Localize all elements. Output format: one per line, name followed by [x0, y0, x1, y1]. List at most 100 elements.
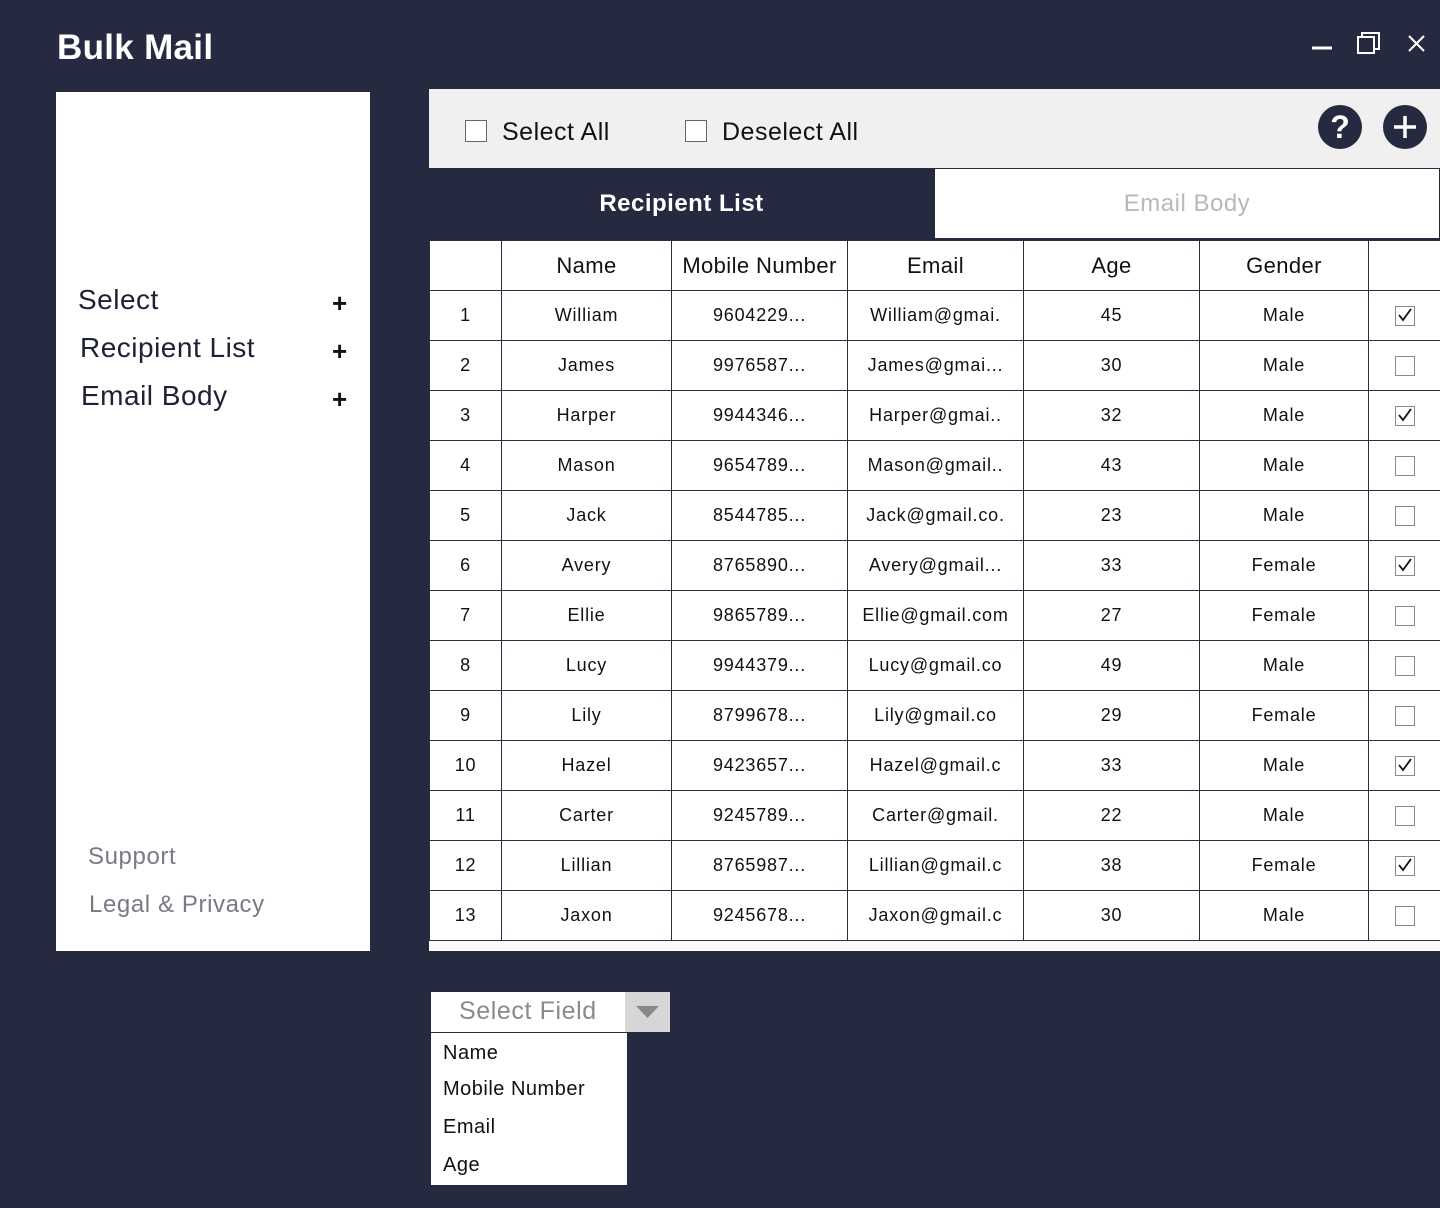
- cell-email: James@gmai...: [847, 340, 1024, 391]
- cell-mobile: 8799678...: [671, 690, 848, 741]
- select-field-dropdown[interactable]: Select Field: [431, 992, 670, 1032]
- cell-email: Ellie@gmail.com: [847, 590, 1024, 641]
- table-row[interactable]: 13 Jaxon 9245678... Jaxon@gmail.c 30 Male: [429, 890, 1440, 941]
- cell-gender: Male: [1199, 490, 1369, 541]
- cell-age: 45: [1023, 290, 1200, 341]
- close-icon[interactable]: [1402, 30, 1430, 58]
- table-row[interactable]: 6 Avery 8765890... Avery@gmail... 33 Female: [429, 540, 1440, 591]
- minimize-icon[interactable]: [1308, 30, 1336, 58]
- recipient-table: Name Mobile Number Email Age Gender 1 Wil…: [429, 240, 1440, 941]
- table-row[interactable]: 3 Harper 9944346... Harper@gmai.. 32 Male: [429, 390, 1440, 441]
- add-icon[interactable]: [1383, 105, 1427, 149]
- cell-gender: Male: [1199, 890, 1369, 941]
- cell-select: [1368, 740, 1440, 791]
- cell-gender: Male: [1199, 790, 1369, 841]
- cell-email: Jaxon@gmail.c: [847, 890, 1024, 941]
- row-index: 10: [429, 740, 502, 791]
- row-index: 7: [429, 590, 502, 641]
- caret-down-icon[interactable]: [625, 992, 670, 1032]
- row-checkbox-checked[interactable]: [1394, 406, 1415, 427]
- table-row[interactable]: 5 Jack 8544785... Jack@gmail.co. 23 Male: [429, 490, 1440, 541]
- cell-age: 33: [1023, 740, 1200, 791]
- tab-email-body[interactable]: Email Body: [934, 168, 1440, 239]
- cell-email: Avery@gmail...: [847, 540, 1024, 591]
- column-header-mobile[interactable]: Mobile Number: [671, 240, 848, 291]
- help-icon[interactable]: ?: [1318, 105, 1362, 149]
- support-link[interactable]: Support: [88, 843, 176, 871]
- legal-privacy-link[interactable]: Legal & Privacy: [89, 891, 265, 919]
- cell-mobile: 9245789...: [671, 790, 848, 841]
- cell-name: William: [501, 290, 672, 341]
- plus-icon[interactable]: +: [332, 288, 347, 319]
- row-checkbox-checked[interactable]: [1394, 306, 1415, 327]
- sidebar-item-email-body[interactable]: Email Body +: [56, 380, 370, 420]
- table-row[interactable]: 12 Lillian 8765987... Lillian@gmail.c 38 Fema…: [429, 840, 1440, 891]
- row-checkbox[interactable]: [1394, 706, 1415, 727]
- cell-gender: Female: [1199, 540, 1369, 591]
- select-field-options: Name Mobile Number Email Age: [431, 1033, 627, 1185]
- column-header-email[interactable]: Email: [847, 240, 1024, 291]
- row-checkbox[interactable]: [1394, 906, 1415, 927]
- row-checkbox-checked[interactable]: [1394, 556, 1415, 577]
- column-header-age[interactable]: Age: [1023, 240, 1200, 291]
- table-row[interactable]: 9 Lily 8799678... Lily@gmail.co 29 Female: [429, 690, 1440, 741]
- table-row[interactable]: 1 William 9604229... William@gmai. 45 Male: [429, 290, 1440, 341]
- row-index: 5: [429, 490, 502, 541]
- table-row[interactable]: 2 James 9976587... James@gmai... 30 Male: [429, 340, 1440, 391]
- cell-email: Mason@gmail..: [847, 440, 1024, 491]
- row-checkbox-checked[interactable]: [1394, 756, 1415, 777]
- row-checkbox[interactable]: [1394, 606, 1415, 627]
- plus-icon[interactable]: +: [332, 336, 347, 367]
- checkbox-box[interactable]: [465, 120, 487, 142]
- sidebar-item-label: Recipient List: [80, 332, 256, 363]
- maximize-icon[interactable]: [1354, 30, 1382, 58]
- cell-mobile: 9944346...: [671, 390, 848, 441]
- column-header-name[interactable]: Name: [501, 240, 672, 291]
- select-field-placeholder: Select Field: [459, 997, 597, 1025]
- cell-name: Avery: [501, 540, 672, 591]
- option-mobile-number[interactable]: Mobile Number: [443, 1078, 585, 1101]
- row-index: 12: [429, 840, 502, 891]
- row-checkbox[interactable]: [1394, 656, 1415, 677]
- sidebar-item-recipient-list[interactable]: Recipient List +: [56, 332, 370, 372]
- cell-email: Harper@gmai..: [847, 390, 1024, 441]
- table-row[interactable]: 4 Mason 9654789... Mason@gmail.. 43 Male: [429, 440, 1440, 491]
- deselect-all-checkbox[interactable]: Deselect All: [685, 118, 895, 148]
- cell-name: Lucy: [501, 640, 672, 691]
- cell-name: James: [501, 340, 672, 391]
- column-header-gender[interactable]: Gender: [1199, 240, 1369, 291]
- svg-text:?: ?: [1330, 109, 1350, 145]
- column-header-index: [429, 240, 502, 291]
- cell-select: [1368, 640, 1440, 691]
- checkmark-icon: [1397, 308, 1412, 322]
- row-checkbox-checked[interactable]: [1394, 856, 1415, 877]
- table-row[interactable]: 10 Hazel 9423657... Hazel@gmail.c 33 Male: [429, 740, 1440, 791]
- cell-select: [1368, 340, 1440, 391]
- cell-name: Mason: [501, 440, 672, 491]
- table-row[interactable]: 8 Lucy 9944379... Lucy@gmail.co 49 Male: [429, 640, 1440, 691]
- option-age[interactable]: Age: [443, 1154, 480, 1177]
- sidebar-item-select[interactable]: Select +: [56, 284, 370, 324]
- row-checkbox[interactable]: [1394, 456, 1415, 477]
- row-index: 6: [429, 540, 502, 591]
- table-row[interactable]: 11 Carter 9245789... Carter@gmail. 22 Male: [429, 790, 1440, 841]
- table-row[interactable]: 7 Ellie 9865789... Ellie@gmail.com 27 Female: [429, 590, 1440, 641]
- checkbox-box[interactable]: [685, 120, 707, 142]
- row-checkbox[interactable]: [1394, 356, 1415, 377]
- cell-select: [1368, 840, 1440, 891]
- cell-age: 29: [1023, 690, 1200, 741]
- plus-icon[interactable]: +: [332, 384, 347, 415]
- option-name[interactable]: Name: [443, 1042, 498, 1065]
- row-checkbox[interactable]: [1394, 506, 1415, 527]
- cell-age: 33: [1023, 540, 1200, 591]
- select-all-checkbox[interactable]: Select All: [465, 118, 645, 148]
- table-header-row: Name Mobile Number Email Age Gender: [429, 240, 1440, 291]
- cell-select: [1368, 890, 1440, 941]
- row-checkbox[interactable]: [1394, 806, 1415, 827]
- option-email[interactable]: Email: [443, 1116, 496, 1139]
- cell-select: [1368, 590, 1440, 641]
- cell-age: 49: [1023, 640, 1200, 691]
- cell-mobile: 8765890...: [671, 540, 848, 591]
- tab-recipient-list[interactable]: Recipient List: [429, 168, 934, 239]
- cell-select: [1368, 440, 1440, 491]
